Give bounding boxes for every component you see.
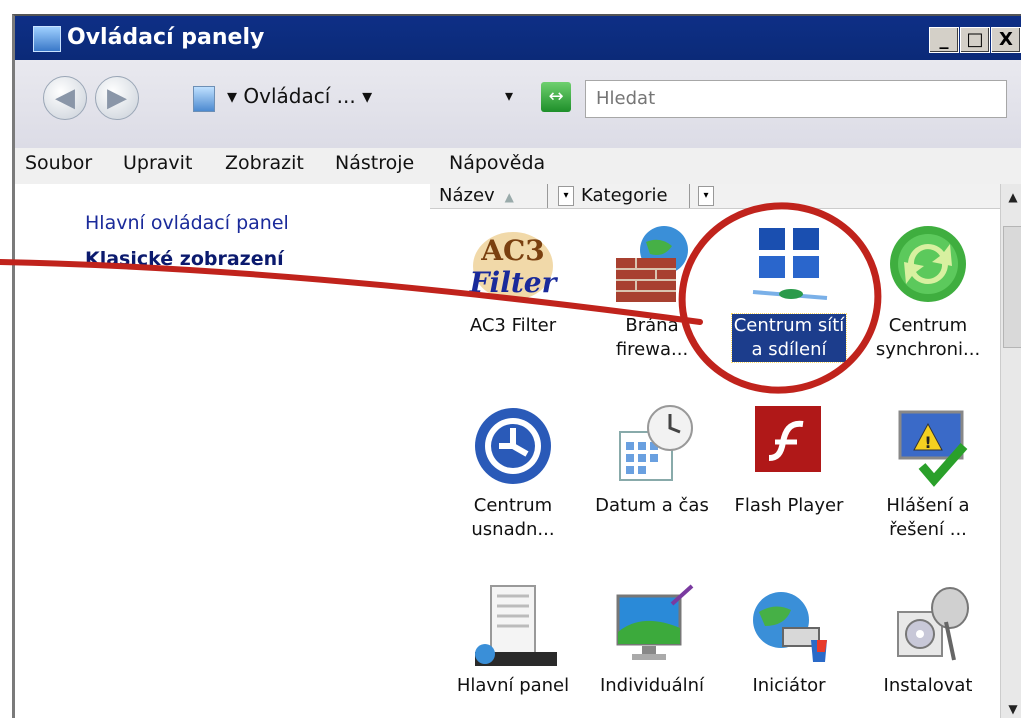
link-main-control-panel[interactable]: Hlavní ovládací panel <box>85 212 289 234</box>
iscsi-initiator-icon <box>739 582 839 668</box>
scroll-thumb[interactable] <box>1003 226 1021 348</box>
task-pane: Hlavní ovládací panel Klasické zobrazení <box>15 184 430 718</box>
ease-of-access-icon <box>463 402 563 488</box>
window-title: Ovládací panely <box>67 25 265 50</box>
title-bar[interactable]: Ovládací panely _ □ X <box>15 16 1021 60</box>
close-button[interactable]: X <box>991 27 1021 53</box>
item-date-time[interactable]: Datum a čas <box>582 402 722 518</box>
search-box[interactable] <box>585 80 1007 118</box>
column-name-dropdown[interactable]: ▾ <box>558 186 574 206</box>
firewall-icon <box>602 222 702 308</box>
svg-text:Filter: Filter <box>469 266 559 299</box>
item-install[interactable]: Instalovat <box>858 582 998 698</box>
item-iscsi-initiator[interactable]: Iniciátor <box>719 582 859 698</box>
control-panel-small-icon <box>193 86 215 112</box>
minimize-button[interactable]: _ <box>929 27 959 53</box>
menu-zobrazit[interactable]: Zobrazit <box>225 152 304 174</box>
menu-napoveda[interactable]: Nápověda <box>449 152 545 174</box>
date-time-icon <box>602 402 702 488</box>
refresh-button[interactable]: ↔ <box>541 82 571 112</box>
scroll-down-button[interactable]: ▼ <box>1003 698 1021 718</box>
item-taskbar[interactable]: Hlavní panel <box>443 582 583 698</box>
item-personalization[interactable]: Individuální <box>582 582 722 698</box>
problem-reports-icon: ! <box>878 402 978 488</box>
taskbar-icon <box>463 582 563 668</box>
ac3-filter-icon: AC3 Filter <box>463 222 563 308</box>
control-panel-window: Ovládací panely _ □ X ◀ ▶ ▾ Ovládací ...… <box>12 14 1021 718</box>
item-flash-player[interactable]: Flash Player <box>719 402 859 518</box>
search-input[interactable] <box>586 81 1006 115</box>
navigation-bar: ◀ ▶ ▾ Ovládací ... ▾ ▾ ↔ <box>15 60 1021 148</box>
item-firewall[interactable]: Brána firewa... <box>582 222 722 362</box>
scroll-up-button[interactable]: ▲ <box>1003 186 1021 208</box>
item-ac3-filter[interactable]: AC3 Filter AC3 Filter <box>443 222 583 338</box>
column-name[interactable]: Název ▲ <box>436 184 548 208</box>
maximize-button[interactable]: □ <box>960 27 990 53</box>
sync-center-icon <box>878 222 978 308</box>
svg-text:AC3: AC3 <box>480 234 545 267</box>
menu-bar: Soubor Upravit Zobrazit Nástroje Nápověd… <box>15 148 1021 184</box>
item-sync-center[interactable]: Centrum synchroni... <box>858 222 998 362</box>
svg-text:!: ! <box>924 433 931 452</box>
network-center-icon <box>739 222 839 308</box>
menu-nastroje[interactable]: Nástroje <box>335 152 414 174</box>
address-dropdown[interactable]: ▾ <box>505 86 513 105</box>
personalization-icon <box>602 582 702 668</box>
menu-soubor[interactable]: Soubor <box>25 152 92 174</box>
back-button[interactable]: ◀ <box>43 76 87 120</box>
column-category[interactable]: Kategorie <box>578 184 690 208</box>
column-header: Název ▲ ▾ Kategorie ▾ <box>430 184 1005 209</box>
sort-asc-icon: ▲ <box>504 190 514 204</box>
item-network-center[interactable]: Centrum sítí a sdílení <box>719 222 859 363</box>
control-panel-icon <box>33 26 61 52</box>
breadcrumb[interactable]: ▾ Ovládací ... ▾ <box>227 84 372 108</box>
link-classic-view[interactable]: Klasické zobrazení <box>85 248 284 270</box>
forward-button[interactable]: ▶ <box>95 76 139 120</box>
column-category-dropdown[interactable]: ▾ <box>698 186 714 206</box>
flash-player-icon <box>739 402 839 488</box>
menu-upravit[interactable]: Upravit <box>123 152 192 174</box>
item-ease-of-access[interactable]: Centrum usnadn... <box>443 402 583 542</box>
item-problem-reports[interactable]: ! Hlášení a řešení ... <box>858 402 998 542</box>
vertical-scrollbar[interactable]: ▲ ▼ <box>1000 184 1021 718</box>
install-icon <box>878 582 978 668</box>
